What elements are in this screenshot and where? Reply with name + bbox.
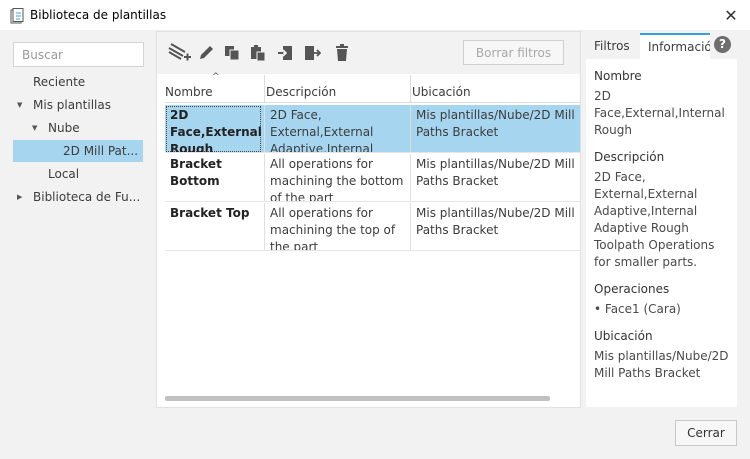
column-header-nombre[interactable]: Nombre <box>165 75 213 103</box>
clear-filters-button[interactable]: Borrar filtros <box>463 40 564 65</box>
table-row[interactable]: 2D Face,External... Rough 2D Face, Exter… <box>165 105 580 153</box>
template-table-panel: Borrar filtros ^ Nombre Descripción Ubic… <box>156 31 581 408</box>
template-library-icon <box>10 8 24 24</box>
dialog-body: Reciente ▼ Mis plantillas ▼ Nube 2D Mill… <box>0 31 750 459</box>
column-divider[interactable] <box>264 75 265 103</box>
search-input[interactable] <box>13 42 144 67</box>
export-icon[interactable] <box>301 42 323 64</box>
cell-name: Bracket Bottom <box>170 157 222 188</box>
help-icon[interactable]: ? <box>714 36 731 53</box>
tab-label: Informació <box>648 40 710 54</box>
info-content: Nombre 2D Face,External,Internal Rough D… <box>586 59 737 407</box>
tree-panel: Reciente ▼ Mis plantillas ▼ Nube 2D Mill… <box>7 31 151 407</box>
info-location-value: Mis plantillas/Nube/2D Mill Paths Bracke… <box>594 349 729 380</box>
tree-item-label: Local <box>48 167 80 181</box>
cell-name: Bracket Top <box>170 206 250 220</box>
expanded-arrow-icon[interactable]: ▼ <box>17 94 22 116</box>
close-icon[interactable]: ✕ <box>712 0 750 31</box>
tree-item-label: Biblioteca de Fu... <box>33 190 141 204</box>
cell-divider <box>410 203 411 250</box>
info-panel: Filtros Informació ? Nombre 2D Face,Exte… <box>586 31 737 407</box>
copy-icon[interactable] <box>221 42 243 64</box>
table-header: ^ Nombre Descripción Ubicación <box>165 72 580 103</box>
tree-item-2d-mill-paths[interactable]: 2D Mill Pat... <box>13 140 143 162</box>
info-operations-value: • Face1 (Cara) <box>594 302 681 316</box>
column-header-ubicacion[interactable]: Ubicación <box>412 75 471 103</box>
cell-divider <box>410 105 411 152</box>
tab-label: Filtros <box>594 39 630 53</box>
delete-trash-icon[interactable] <box>331 42 353 64</box>
tree-item-mis-plantillas[interactable]: ▼ Mis plantillas <box>13 94 143 116</box>
info-description-value: 2D Face, External,External Adaptive,Inte… <box>594 170 715 269</box>
cell-location: Mis plantillas/Nube/2D Mill Paths Bracke… <box>416 206 575 237</box>
info-location-label: Ubicación <box>594 329 653 343</box>
cell-location: Mis plantillas/Nube/2D Mill Paths Bracke… <box>416 108 575 139</box>
collapsed-arrow-icon[interactable]: ▶ <box>17 186 22 208</box>
cell-divider <box>264 203 265 250</box>
new-template-icon[interactable] <box>166 42 192 64</box>
expanded-arrow-icon[interactable]: ▼ <box>32 117 37 139</box>
paste-icon[interactable] <box>247 42 269 64</box>
cell-divider <box>264 154 265 201</box>
tab-informacion[interactable]: Informació <box>640 33 710 59</box>
table-row[interactable]: Bracket Bottom All operations for machin… <box>165 154 580 202</box>
table-row[interactable]: Bracket Top All operations for machining… <box>165 203 580 251</box>
cell-divider <box>264 105 265 152</box>
tab-filtros[interactable]: Filtros <box>586 33 640 59</box>
sort-ascending-icon: ^ <box>212 72 220 82</box>
horizontal-scrollbar[interactable] <box>165 396 550 401</box>
info-description-label: Descripción <box>594 150 665 164</box>
cell-name: 2D Face,External... Rough <box>170 108 262 153</box>
cell-description: 2D Face, External,External Adaptive,Inte… <box>270 108 374 153</box>
tree-item-label: 2D Mill Pat... <box>63 144 139 158</box>
toolbar: Borrar filtros <box>157 32 580 74</box>
cell-divider <box>410 154 411 201</box>
cell-location: Mis plantillas/Nube/2D Mill Paths Bracke… <box>416 157 575 188</box>
tree-item-reciente[interactable]: Reciente <box>33 71 143 93</box>
import-icon[interactable] <box>275 42 297 64</box>
cell-description: All operations for machining the bottom … <box>270 157 404 202</box>
info-name-label: Nombre <box>594 69 642 83</box>
cell-description: All operations for machining the top of … <box>270 206 396 251</box>
info-operations-label: Operaciones <box>594 282 670 296</box>
tree-item-label: Reciente <box>33 75 86 89</box>
close-button[interactable]: Cerrar <box>675 420 737 446</box>
title-bar: Biblioteca de plantillas ✕ <box>0 0 750 31</box>
tree-item-local[interactable]: Local <box>48 163 143 185</box>
column-header-descripcion[interactable]: Descripción <box>266 75 336 103</box>
window-title: Biblioteca de plantillas <box>30 8 167 22</box>
column-divider[interactable] <box>410 75 411 103</box>
tree-item-nube[interactable]: ▼ Nube <box>28 117 143 139</box>
info-name-value: 2D Face,External,Internal Rough <box>594 89 725 137</box>
tree-item-biblioteca-fusion[interactable]: ▶ Biblioteca de Fu... <box>13 186 143 208</box>
tree-item-label: Mis plantillas <box>33 98 111 112</box>
edit-pencil-icon[interactable] <box>195 42 217 64</box>
tree-item-label: Nube <box>48 121 80 135</box>
